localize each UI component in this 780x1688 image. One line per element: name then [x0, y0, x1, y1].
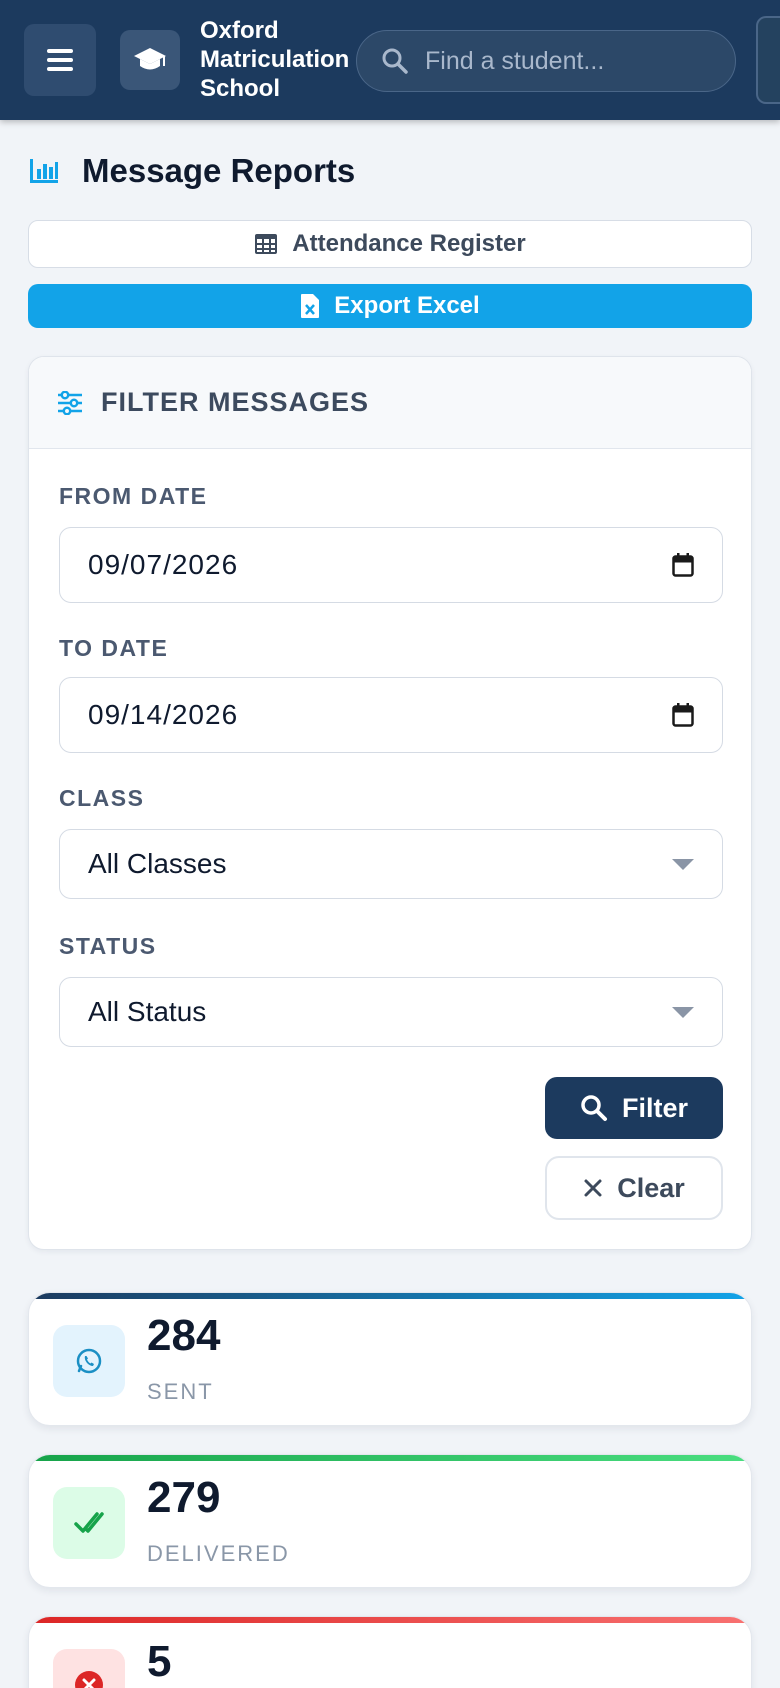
stat-value-sent: 284 — [147, 1311, 221, 1360]
hamburger-icon — [47, 49, 73, 71]
school-logo — [120, 30, 180, 90]
class-label: CLASS — [59, 785, 145, 811]
page-header: Message Reports — [28, 152, 355, 190]
search-input[interactable] — [425, 46, 725, 76]
whatsapp-icon — [53, 1325, 125, 1397]
table-icon — [255, 234, 278, 254]
stat-card-delivered: 279 DELIVERED — [28, 1454, 752, 1588]
header-action-button[interactable] — [756, 16, 780, 104]
chevron-down-icon — [672, 1006, 694, 1018]
stat-label-delivered: DELIVERED — [147, 1541, 290, 1566]
menu-button[interactable] — [24, 24, 96, 96]
check-double-icon — [53, 1487, 125, 1559]
class-select-value: All Classes — [88, 848, 227, 879]
status-select-value: All Status — [88, 996, 207, 1027]
stat-accent-bar — [29, 1293, 751, 1299]
excel-file-icon — [301, 294, 320, 318]
sliders-icon — [58, 390, 82, 415]
stat-value-failed: 5 — [147, 1637, 172, 1686]
calendar-icon[interactable] — [672, 553, 694, 577]
class-select[interactable]: All Classes — [59, 829, 723, 899]
to-date-value: 09/14/2026 — [88, 699, 239, 730]
page-title: Message Reports — [82, 152, 356, 189]
stat-card-sent: 284 SENT — [28, 1292, 752, 1426]
stat-accent-bar — [29, 1617, 751, 1623]
calendar-icon[interactable] — [672, 703, 694, 727]
attendance-register-button[interactable]: Attendance Register — [28, 220, 752, 268]
graduation-cap-icon — [134, 48, 166, 70]
error-icon — [53, 1649, 125, 1688]
status-select[interactable]: All Status — [59, 977, 723, 1047]
export-excel-label: Export Excel — [334, 292, 480, 319]
school-name: Oxford Matriculation School — [200, 17, 350, 102]
status-label: STATUS — [59, 933, 157, 959]
stat-label-sent: SENT — [147, 1379, 214, 1404]
filter-button-label: Filter — [621, 1092, 688, 1123]
search-icon — [581, 1095, 607, 1121]
filter-panel: FILTER MESSAGES FROM DATE 09/07/2026 TO … — [28, 356, 752, 1250]
student-search[interactable] — [356, 30, 736, 92]
filter-title: FILTER MESSAGES — [101, 387, 370, 417]
search-icon — [382, 48, 408, 74]
close-icon — [584, 1179, 602, 1197]
top-bar: Oxford Matriculation School — [0, 0, 780, 120]
export-excel-button[interactable]: Export Excel — [28, 284, 752, 328]
attendance-register-label: Attendance Register — [292, 230, 526, 257]
to-date-label: TO DATE — [59, 635, 169, 661]
clear-button[interactable]: Clear — [545, 1156, 723, 1220]
chevron-down-icon — [672, 858, 694, 870]
bar-chart-icon — [30, 159, 58, 183]
from-date-value: 09/07/2026 — [88, 549, 239, 580]
stat-value-delivered: 279 — [147, 1473, 221, 1522]
from-date-label: FROM DATE — [59, 483, 208, 509]
filter-button[interactable]: Filter — [545, 1077, 723, 1139]
stat-card-failed: 5 — [28, 1616, 752, 1688]
stat-accent-bar — [29, 1455, 751, 1461]
filter-header: FILTER MESSAGES — [29, 357, 751, 449]
to-date-field[interactable]: 09/14/2026 — [59, 677, 723, 753]
from-date-field[interactable]: 09/07/2026 — [59, 527, 723, 603]
clear-button-label: Clear — [617, 1172, 685, 1203]
